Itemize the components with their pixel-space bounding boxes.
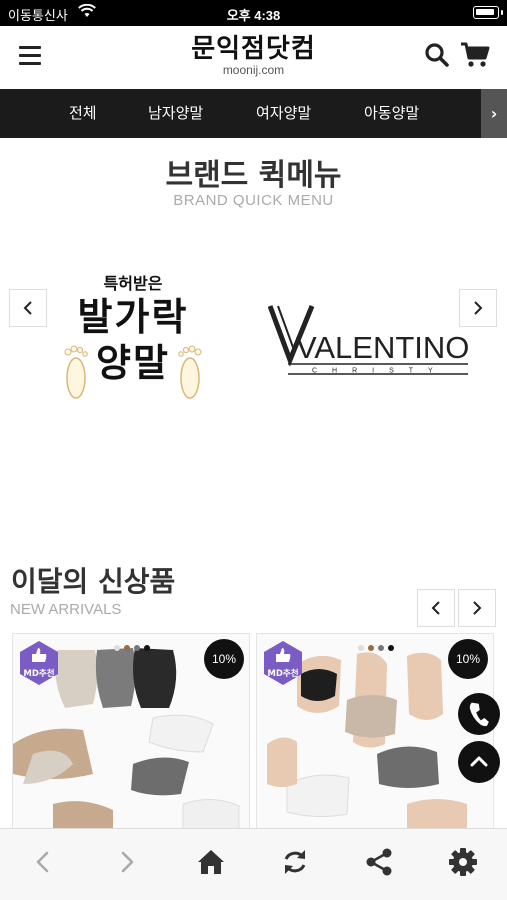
call-button[interactable] [458,693,500,735]
new-arrivals-prev-button[interactable] [417,589,455,627]
product-card[interactable]: MD추천 10% [12,633,250,829]
home-icon[interactable] [194,845,228,879]
chevron-left-icon [431,601,440,615]
back-icon[interactable] [26,845,60,879]
forward-icon[interactable] [110,845,144,879]
brand-valentino-logo[interactable]: VALENTINO CHRISTY [268,302,474,380]
chevron-right-icon [473,601,482,615]
new-arrivals-title: 이달의 신상품 [11,565,176,598]
brand-valentino-sub: CHRISTY [312,368,448,375]
chevron-right-icon [474,301,483,315]
share-icon[interactable] [362,845,396,879]
footprint-icon [178,345,202,399]
search-icon[interactable] [424,42,450,68]
refresh-icon[interactable] [278,845,312,879]
md-pick-badge: MD추천 [264,641,302,685]
settings-icon[interactable] [446,845,480,879]
discount-badge: 10% [204,639,244,679]
cart-icon[interactable] [460,42,490,68]
phone-icon [469,702,489,727]
md-pick-badge-text: MD추천 [23,668,54,679]
brand-valentino-name: VALENTINO [296,330,469,365]
brand-menu-subtitle: BRAND QUICK MENU [173,192,334,209]
new-arrivals-subtitle: NEW ARRIVALS [10,601,122,618]
footprint-icon [64,345,88,399]
brand-toe-line1: 발가락 [77,295,189,339]
battery-icon [473,6,503,19]
category-nav: 전체 남자양말 여자양말 아동양말 › [0,89,507,138]
discount-badge: 10% [448,639,488,679]
category-all[interactable]: 전체 [69,89,97,138]
category-women-socks[interactable]: 여자양말 [256,89,311,138]
chevron-right-icon[interactable]: › [481,89,507,138]
chevron-up-icon [470,756,488,767]
brand-prev-button[interactable] [9,289,47,327]
md-pick-badge: MD추천 [20,641,58,685]
brand-menu-title: 브랜드 퀵메뉴 [165,158,342,193]
bottom-toolbar [0,828,507,900]
category-men-socks[interactable]: 남자양말 [148,89,203,138]
md-pick-badge-text: MD추천 [267,668,298,679]
chevron-left-icon [23,301,32,315]
category-kids-socks[interactable]: 아동양말 [364,89,419,138]
status-bar: 이동통신사 오후 4:38 [0,0,507,26]
new-arrivals-next-button[interactable] [458,589,496,627]
clock: 오후 4:38 [226,8,281,23]
brand-toe-socks[interactable]: 특허받은 발가락 양말 [58,270,208,410]
scroll-top-button[interactable] [458,741,500,783]
app-header: 문익점닷컴 moonij.com [0,26,507,88]
brand-toe-small: 특허받은 [103,274,163,293]
